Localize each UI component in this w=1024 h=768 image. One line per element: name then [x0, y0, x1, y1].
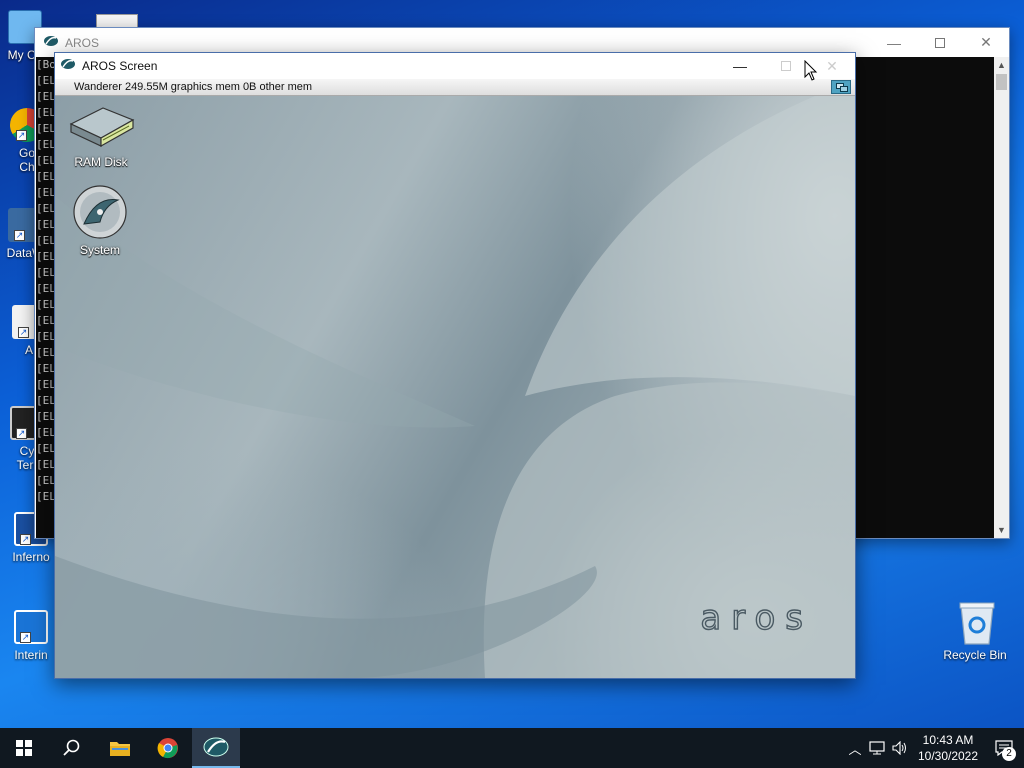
- minimize-button[interactable]: —: [717, 53, 763, 79]
- screen-depth-gadget[interactable]: [831, 80, 851, 94]
- shortcut-arrow-icon: ↗: [14, 230, 25, 241]
- close-icon: ✕: [826, 57, 838, 74]
- aros-logo-icon: [203, 737, 229, 757]
- clock-date: 10/30/2022: [917, 749, 979, 763]
- desktop-icon-label: Interin: [14, 648, 48, 662]
- minimize-icon: —: [887, 34, 901, 51]
- minimize-icon: —: [733, 58, 747, 74]
- desktop-icon-interim[interactable]: ↗ Interin: [6, 610, 56, 662]
- maximize-button[interactable]: [917, 28, 963, 57]
- recycle-bin-label: Recycle Bin: [943, 648, 1007, 662]
- wanderer-icon-system[interactable]: System: [55, 184, 145, 257]
- system-label: System: [79, 243, 120, 257]
- windows-logo-icon: [16, 740, 32, 756]
- close-button[interactable]: ✕: [963, 28, 1009, 57]
- depth-front-icon: [840, 86, 848, 92]
- window-title: AROS: [65, 35, 100, 50]
- scroll-thumb[interactable]: [996, 74, 1007, 90]
- wanderer-desktop[interactable]: RAM Disk System aros: [55, 96, 855, 678]
- shortcut-arrow-icon: ↗: [20, 534, 31, 545]
- taskbar-chrome[interactable]: [144, 728, 192, 768]
- mouse-cursor-icon: [804, 60, 818, 81]
- action-center-button[interactable]: 2: [984, 728, 1024, 768]
- minimize-button[interactable]: —: [871, 28, 917, 57]
- desktop-icon-partial: [96, 14, 138, 28]
- maximize-icon: [781, 61, 791, 71]
- scroll-up-icon[interactable]: ▲: [994, 57, 1009, 73]
- aros-screen-window[interactable]: AROS Screen — ✕ Wanderer 249.55M graphic…: [54, 52, 856, 679]
- notification-count-badge: 2: [1002, 747, 1016, 761]
- aros-logo: aros: [700, 597, 813, 638]
- volume-icon[interactable]: [888, 741, 912, 755]
- shortcut-arrow-icon: ↗: [18, 327, 29, 338]
- start-button[interactable]: [0, 728, 48, 768]
- system-tray: ︿ 10:43 AM 10/30/2022 2: [844, 728, 1024, 768]
- aros-logo-icon: [43, 34, 59, 52]
- scroll-down-icon[interactable]: ▼: [994, 522, 1009, 538]
- taskbar-file-explorer[interactable]: [96, 728, 144, 768]
- shortcut-arrow-icon: ↗: [16, 130, 27, 141]
- maximize-button[interactable]: [763, 53, 809, 79]
- maximize-icon: [935, 37, 945, 48]
- close-icon: ✕: [980, 34, 992, 50]
- taskbar-aros[interactable]: [192, 728, 240, 768]
- shortcut-arrow-icon: ↗: [16, 428, 27, 439]
- aros-logo-icon: [60, 57, 76, 75]
- window-title: AROS Screen: [82, 59, 158, 73]
- folder-icon: [110, 742, 130, 756]
- chrome-icon: [157, 738, 178, 759]
- recycle-bin-icon: [958, 600, 995, 645]
- search-icon: [63, 739, 80, 756]
- desktop-icon-label: Inferno: [12, 550, 50, 564]
- ram-disk-icon: [69, 107, 135, 148]
- taskbar: ︿ 10:43 AM 10/30/2022 2: [0, 728, 1024, 768]
- wanderer-icon-ram-disk[interactable]: RAM Disk: [56, 102, 146, 169]
- shortcut-arrow-icon: ↗: [20, 632, 31, 643]
- taskbar-clock[interactable]: 10:43 AM 10/30/2022: [912, 732, 984, 764]
- clock-time: 10:43 AM: [922, 733, 974, 747]
- search-button[interactable]: [48, 728, 96, 768]
- network-icon[interactable]: [866, 741, 888, 755]
- wanderer-screen-bar[interactable]: Wanderer 249.55M graphics mem 0B other m…: [55, 79, 855, 96]
- system-disk-icon: [73, 185, 127, 239]
- desktop-icon-recycle-bin[interactable]: Recycle Bin: [940, 600, 1010, 662]
- aros-wallpaper-swoosh: [55, 96, 855, 678]
- ram-disk-label: RAM Disk: [74, 155, 128, 169]
- wanderer-status-text: Wanderer 249.55M graphics mem 0B other m…: [74, 81, 313, 93]
- chevron-up-icon[interactable]: ︿: [844, 739, 866, 758]
- console-scrollbar[interactable]: ▲ ▼: [994, 57, 1009, 538]
